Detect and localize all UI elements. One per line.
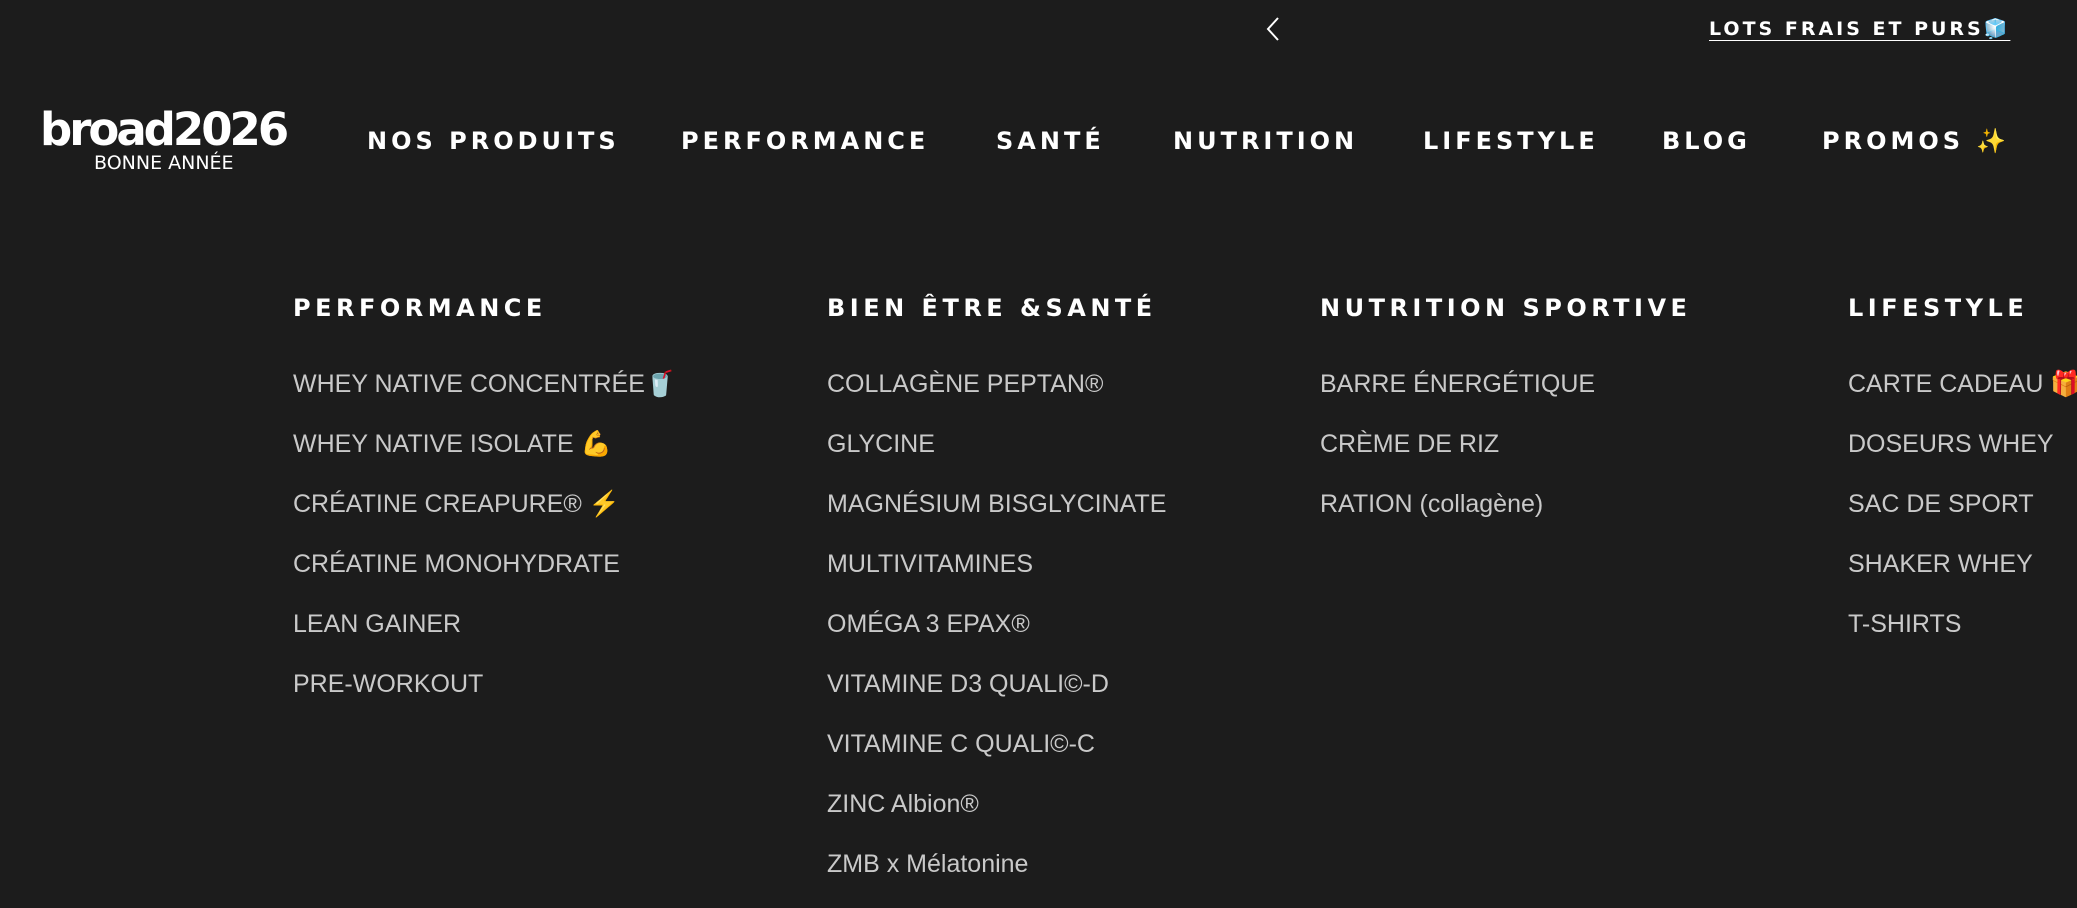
- menu-link[interactable]: CRÈME DE RIZ: [1320, 428, 1595, 488]
- menu-column-title-bien-etre-sante: BIEN ÊTRE &SANTÉ: [827, 294, 1157, 322]
- logo-wordmark: broad2026: [40, 103, 289, 156]
- nav-item-performance[interactable]: PERFORMANCE: [681, 126, 929, 156]
- menu-link[interactable]: T-SHIRTS: [1848, 608, 2077, 668]
- announcement-prev-button[interactable]: [1258, 14, 1288, 48]
- nav-item-nos-produits[interactable]: NOS PRODUITS: [367, 126, 620, 156]
- menu-link[interactable]: VITAMINE C QUALI©-C: [827, 728, 1166, 788]
- menu-column-lifestyle: CARTE CADEAU 🎁 DOSEURS WHEY SAC DE SPORT…: [1848, 368, 2077, 668]
- menu-link[interactable]: LEAN GAINER: [293, 608, 676, 668]
- nav-item-promos[interactable]: PROMOS ✨: [1822, 126, 2010, 156]
- menu-link[interactable]: WHEY NATIVE CONCENTRÉE🥤: [293, 368, 676, 428]
- menu-link[interactable]: GLYCINE: [827, 428, 1166, 488]
- menu-link[interactable]: MAGNÉSIUM BISGLYCINATE: [827, 488, 1166, 548]
- nav-item-blog[interactable]: BLOG: [1662, 126, 1751, 156]
- menu-link[interactable]: VITAMINE D3 QUALI©-D: [827, 668, 1166, 728]
- menu-column-bien-etre-sante: COLLAGÈNE PEPTAN® GLYCINE MAGNÉSIUM BISG…: [827, 368, 1166, 908]
- menu-link[interactable]: OMÉGA 3 EPAX®: [827, 608, 1166, 668]
- menu-link[interactable]: COLLAGÈNE PEPTAN®: [827, 368, 1166, 428]
- chevron-left-icon: [1265, 16, 1281, 47]
- site-logo[interactable]: broad2026 BONNE ANNÉE: [40, 106, 300, 176]
- menu-column-performance: WHEY NATIVE CONCENTRÉE🥤 WHEY NATIVE ISOL…: [293, 368, 676, 728]
- menu-column-title-nutrition-sportive: NUTRITION SPORTIVE: [1320, 294, 1692, 322]
- menu-link[interactable]: SHAKER WHEY: [1848, 548, 2077, 608]
- menu-link[interactable]: CRÉATINE CREAPURE® ⚡: [293, 488, 676, 548]
- menu-column-nutrition-sportive: BARRE ÉNERGÉTIQUE CRÈME DE RIZ RATION (c…: [1320, 368, 1595, 548]
- menu-link[interactable]: DOSEURS WHEY: [1848, 428, 2077, 488]
- menu-column-title-performance: PERFORMANCE: [293, 294, 547, 322]
- menu-link[interactable]: SAC DE SPORT: [1848, 488, 2077, 548]
- menu-link[interactable]: CARTE CADEAU 🎁: [1848, 368, 2077, 428]
- menu-link[interactable]: ZMB x Mélatonine: [827, 848, 1166, 908]
- nav-item-nutrition[interactable]: NUTRITION: [1173, 126, 1358, 156]
- announcement-link[interactable]: LOTS FRAIS ET PURS🧊: [1709, 17, 2010, 40]
- menu-link[interactable]: BARRE ÉNERGÉTIQUE: [1320, 368, 1595, 428]
- menu-link[interactable]: PRE-WORKOUT: [293, 668, 676, 728]
- menu-link[interactable]: RATION (collagène): [1320, 488, 1595, 548]
- menu-column-title-lifestyle: LIFESTYLE: [1848, 294, 2029, 322]
- logo-tagline: BONNE ANNÉE: [94, 152, 234, 174]
- menu-link[interactable]: CRÉATINE MONOHYDRATE: [293, 548, 676, 608]
- menu-link[interactable]: ZINC Albion®: [827, 788, 1166, 848]
- nav-item-lifestyle[interactable]: LIFESTYLE: [1423, 126, 1599, 156]
- nav-item-sante[interactable]: SANTÉ: [996, 126, 1105, 156]
- menu-link[interactable]: WHEY NATIVE ISOLATE 💪: [293, 428, 676, 488]
- menu-link[interactable]: MULTIVITAMINES: [827, 548, 1166, 608]
